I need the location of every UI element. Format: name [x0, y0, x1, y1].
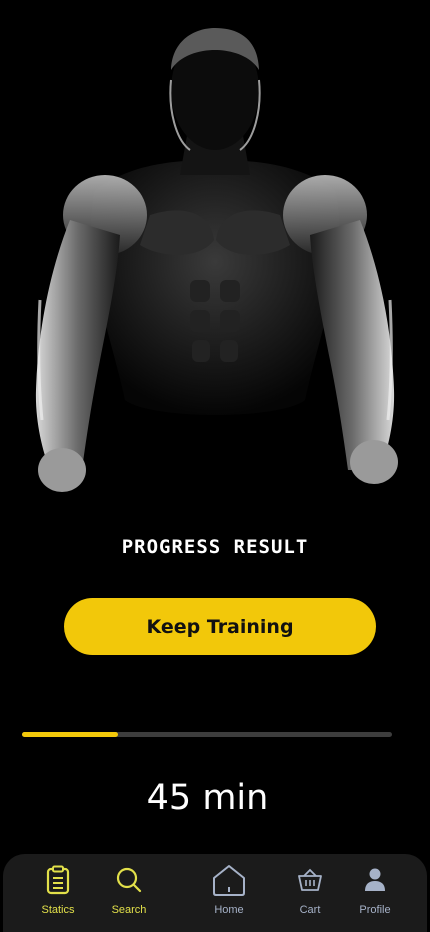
- bottom-nav: Statics Search Home Cart Profile: [3, 854, 427, 932]
- progress-bar: [22, 732, 392, 737]
- page-title: PROGRESS RESULT: [121, 536, 309, 558]
- person-icon: [363, 864, 387, 896]
- nav-label-profile: Profile: [359, 904, 391, 916]
- keep-training-button[interactable]: Keep Training: [64, 598, 376, 655]
- duration-value: 45 min: [146, 778, 269, 818]
- nav-item-search[interactable]: Search: [94, 854, 164, 932]
- progress-fill: [22, 732, 119, 737]
- nav-item-statics[interactable]: Statics: [23, 854, 93, 932]
- nav-item-profile[interactable]: Profile: [340, 854, 410, 932]
- nav-label-search: Search: [111, 904, 147, 916]
- nav-label-cart: Cart: [299, 904, 321, 916]
- search-icon: [115, 864, 143, 896]
- nav-label-statics: Statics: [41, 904, 75, 916]
- nav-label-home: Home: [214, 904, 244, 916]
- basket-icon: [297, 864, 323, 896]
- clipboard-icon: [45, 864, 71, 896]
- nav-item-home[interactable]: Home: [194, 854, 264, 932]
- hero-image: [0, 0, 430, 520]
- nav-item-cart[interactable]: Cart: [275, 854, 345, 932]
- home-icon: [211, 864, 247, 896]
